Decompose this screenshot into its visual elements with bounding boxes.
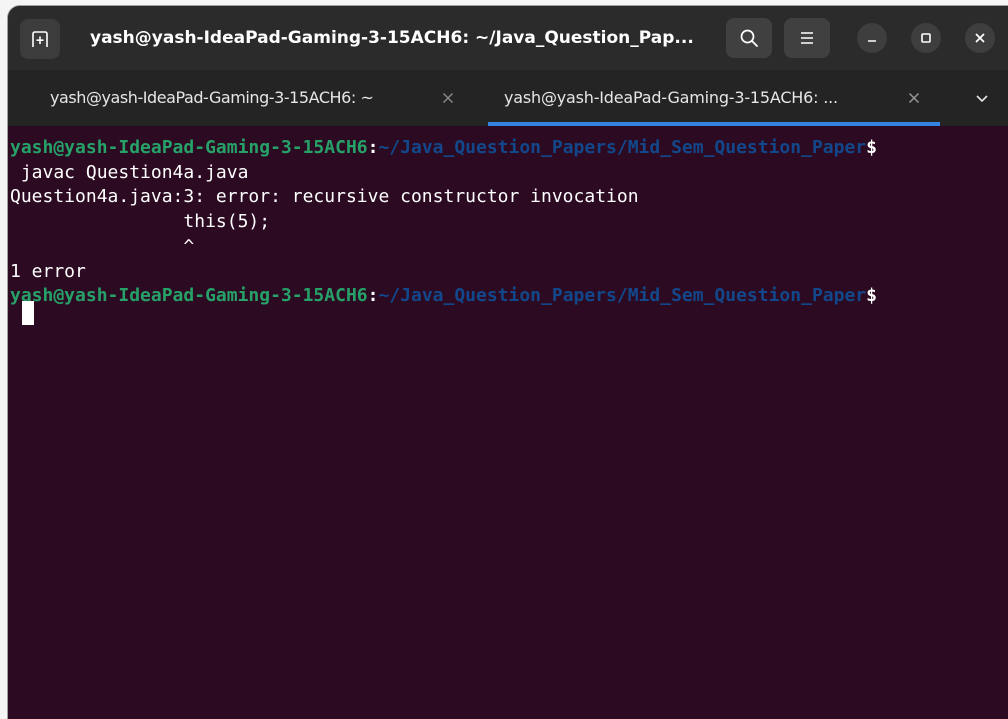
tab-java-question-papers[interactable]: yash@yash-IdeaPad-Gaming-3-15ACH6: ... xyxy=(488,70,940,126)
prompt-path: ~/Java_Question_Papers/Mid_Sem_Question_… xyxy=(378,137,867,158)
minimize-icon xyxy=(868,40,876,42)
terminal-output[interactable]: yash@yash-IdeaPad-Gaming-3-15ACH6:~/Java… xyxy=(8,126,1008,719)
error-line: Question4a.java:3: error: recursive cons… xyxy=(10,186,639,207)
tab-label: yash@yash-IdeaPad-Gaming-3-15ACH6: ~ xyxy=(50,88,374,107)
maximize-icon xyxy=(921,33,931,43)
command-line: javac Question4a.java xyxy=(10,162,249,183)
tab-home[interactable]: yash@yash-IdeaPad-Gaming-3-15ACH6: ~ xyxy=(8,70,476,126)
prompt-separator: : xyxy=(367,285,379,306)
prompt-path: ~/Java_Question_Papers/Mid_Sem_Question_… xyxy=(378,285,867,306)
error-caret-line: ^ xyxy=(10,236,195,257)
prompt-symbol: $ xyxy=(866,285,877,306)
hamburger-menu-icon xyxy=(801,32,813,44)
close-icon xyxy=(975,33,985,43)
terminal-window: yash@yash-IdeaPad-Gaming-3-15ACH6: ~/Jav… xyxy=(8,6,1008,719)
new-tab-button[interactable] xyxy=(20,19,60,59)
prompt-user-host: yash@yash-IdeaPad-Gaming-3-15ACH6 xyxy=(10,285,368,306)
search-button[interactable] xyxy=(726,18,772,58)
minimize-button[interactable] xyxy=(857,23,887,53)
search-icon xyxy=(740,29,758,47)
tab-bar: yash@yash-IdeaPad-Gaming-3-15ACH6: ~ yas… xyxy=(8,70,1008,126)
close-window-button[interactable] xyxy=(965,23,995,53)
window-title: yash@yash-IdeaPad-Gaming-3-15ACH6: ~/Jav… xyxy=(90,28,694,48)
prompt-separator: : xyxy=(367,137,379,158)
tab-close-icon[interactable] xyxy=(440,90,456,106)
text-cursor xyxy=(22,301,34,325)
tab-label: yash@yash-IdeaPad-Gaming-3-15ACH6: ... xyxy=(504,88,838,107)
error-source-line: this(5); xyxy=(10,211,271,232)
tab-close-icon[interactable] xyxy=(906,90,922,106)
prompt-user-host: yash@yash-IdeaPad-Gaming-3-15ACH6 xyxy=(10,137,368,158)
prompt-line: yash@yash-IdeaPad-Gaming-3-15ACH6:~/Java… xyxy=(10,135,1008,160)
prompt-line: yash@yash-IdeaPad-Gaming-3-15ACH6:~/Java… xyxy=(10,283,1008,308)
main-menu-button[interactable] xyxy=(784,18,830,58)
header-bar: yash@yash-IdeaPad-Gaming-3-15ACH6: ~/Jav… xyxy=(8,6,1008,70)
error-count-line: 1 error xyxy=(10,261,86,282)
maximize-button[interactable] xyxy=(911,23,941,53)
new-tab-icon xyxy=(32,31,48,47)
chevron-down-icon[interactable] xyxy=(974,90,990,106)
prompt-symbol: $ xyxy=(866,137,877,158)
